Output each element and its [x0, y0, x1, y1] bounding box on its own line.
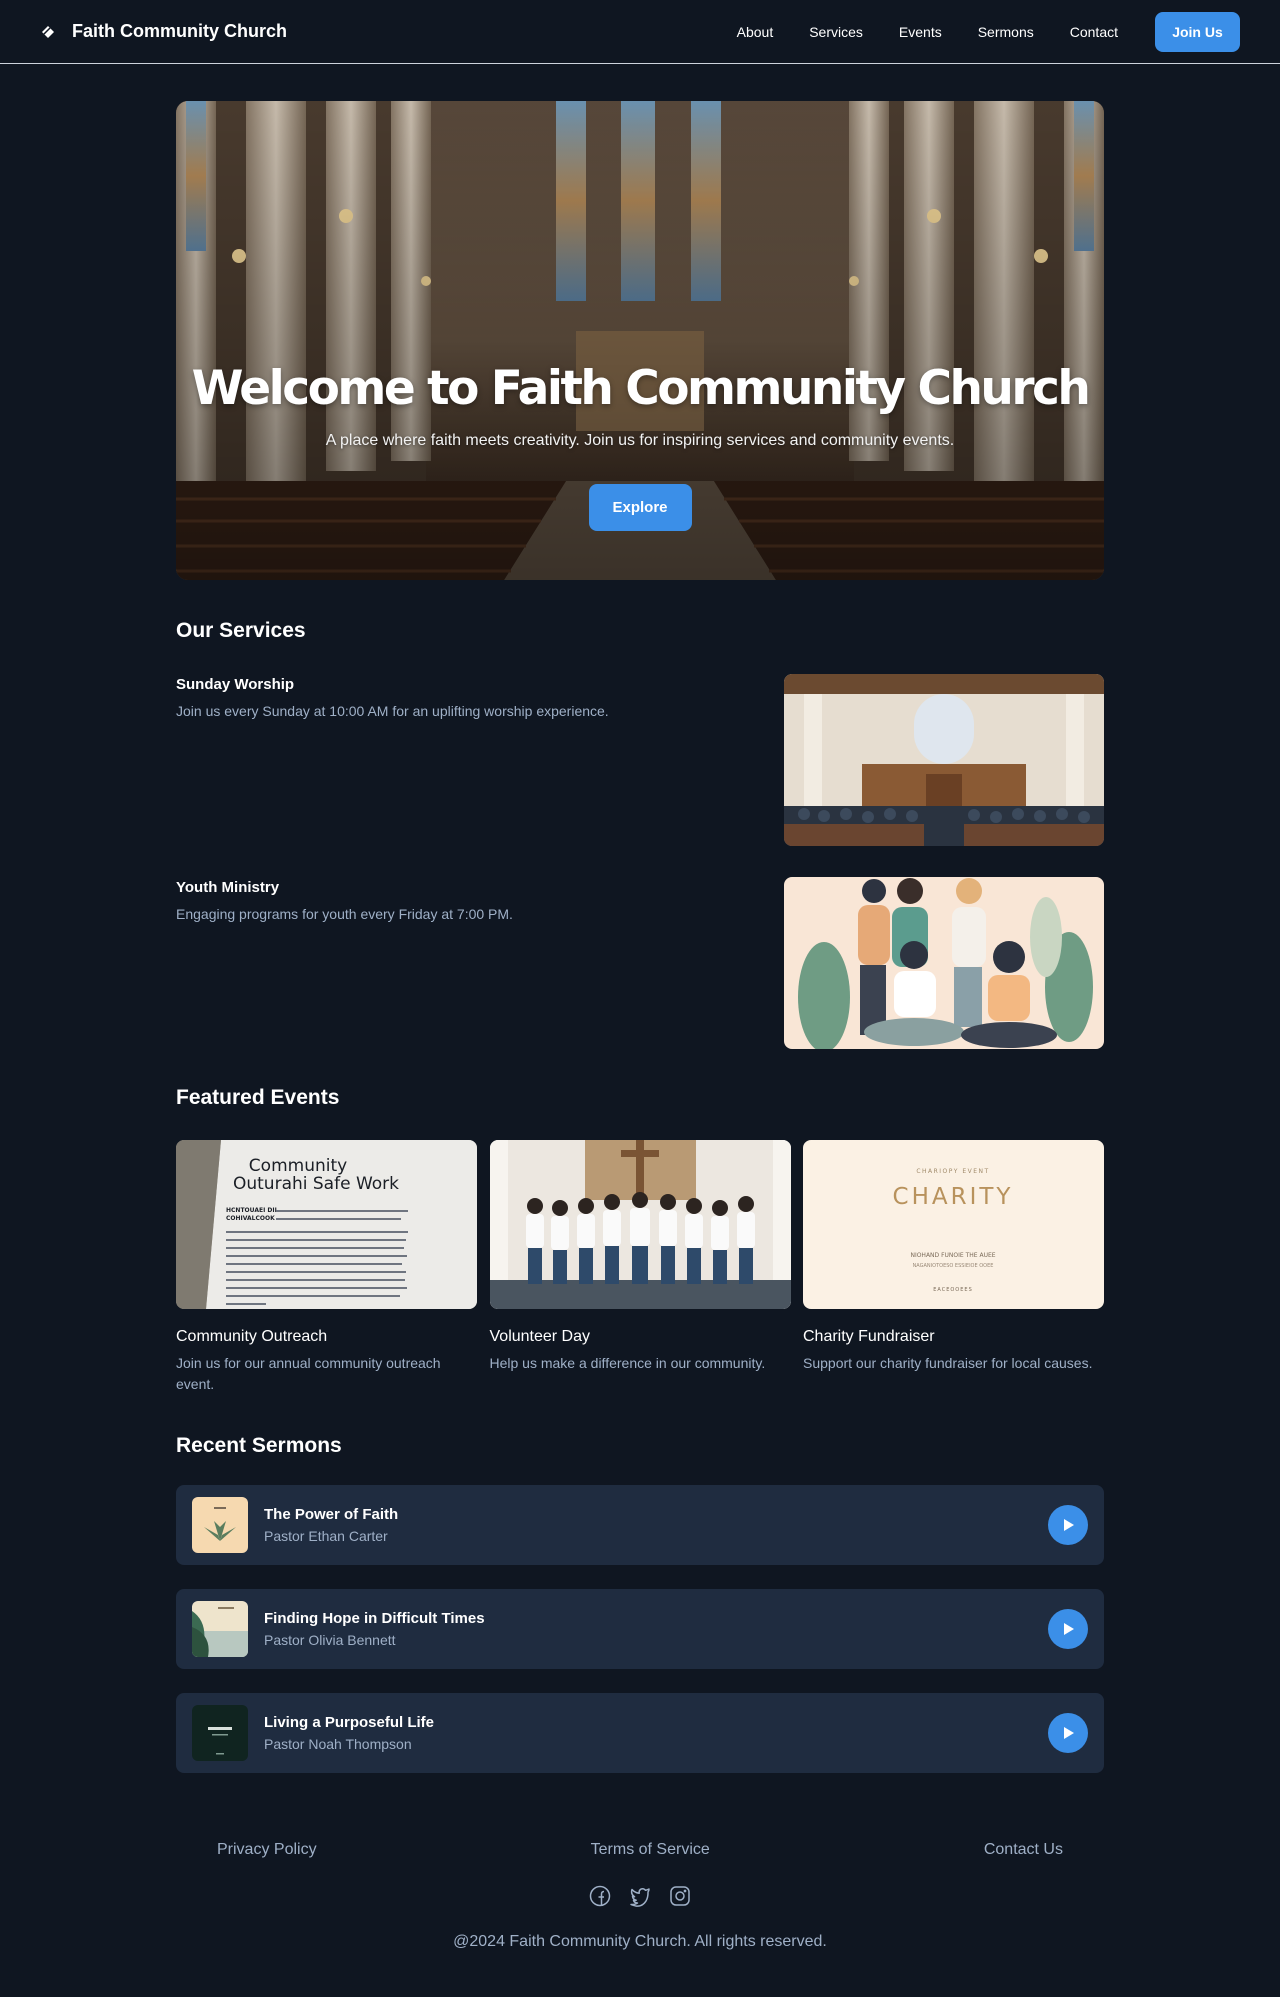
sermon-item[interactable]: Living a Purposeful Life Pastor Noah Tho… — [176, 1693, 1104, 1773]
copyright-text: @2024 Faith Community Church. All rights… — [453, 1933, 827, 1950]
service-item: Sunday Worship Join us every Sunday at 1… — [176, 674, 1104, 846]
instagram-icon[interactable] — [669, 1885, 691, 1907]
sermon-author: Pastor Olivia Bennett — [264, 1632, 396, 1648]
events-heading: Featured Events — [176, 1086, 340, 1109]
brand-name: Faith Community Church — [72, 21, 287, 41]
community-outreach-image: Community Outurahi Safe Work HCNTOUAEI D… — [176, 1140, 477, 1309]
svg-text:Community: Community — [249, 1156, 347, 1176]
twitter-icon[interactable] — [629, 1885, 651, 1907]
service-name: Sunday Worship — [176, 676, 295, 693]
play-icon — [1064, 1519, 1074, 1531]
logo-icon — [40, 24, 56, 40]
svg-text:CHARIOPY EVENT: CHARIOPY EVENT — [916, 1168, 989, 1175]
volunteer-day-image — [489, 1140, 791, 1309]
sermon-title: Finding Hope in Difficult Times — [264, 1610, 485, 1627]
play-icon — [1064, 1623, 1074, 1635]
sermon-item[interactable]: The Power of Faith Pastor Ethan Carter — [176, 1485, 1104, 1565]
svg-text:NIOHAND FUNOIE THE AUEE: NIOHAND FUNOIE THE AUEE — [910, 1252, 995, 1259]
sermon-thumbnail — [192, 1705, 248, 1761]
explore-button[interactable]: Explore — [588, 484, 692, 531]
sermon-author: Pastor Noah Thompson — [264, 1736, 412, 1752]
sermon-title: The Power of Faith — [264, 1506, 399, 1523]
sermon-item[interactable]: Finding Hope in Difficult Times Pastor O… — [176, 1589, 1104, 1669]
play-button[interactable] — [1048, 1713, 1088, 1753]
sermon-info: Finding Hope in Difficult Times Pastor O… — [264, 1610, 1048, 1648]
service-text: Youth Ministry Engaging programs for you… — [176, 877, 513, 1049]
sermon-title: Living a Purposeful Life — [264, 1714, 435, 1731]
hero-banner: Welcome to Faith Community Church A plac… — [176, 101, 1104, 580]
event-card[interactable]: Community Outurahi Safe Work HCNTOUAEI D… — [176, 1140, 477, 1395]
main-nav: About Services Events Sermons Contact Jo… — [701, 11, 1240, 52]
main-content: Welcome to Faith Community Church A plac… — [176, 101, 1104, 1951]
service-text: Sunday Worship Join us every Sunday at 1… — [176, 674, 609, 846]
hero-title: Welcome to Faith Community Church — [191, 361, 1091, 416]
service-description: Engaging programs for youth every Friday… — [176, 906, 513, 922]
sermons-heading: Recent Sermons — [176, 1434, 342, 1457]
event-card[interactable]: Volunteer Day Help us make a difference … — [489, 1140, 791, 1395]
services-heading: Our Services — [176, 619, 306, 642]
privacy-policy-link[interactable]: Privacy Policy — [217, 1841, 317, 1859]
sermon-info: The Power of Faith Pastor Ethan Carter — [264, 1506, 1048, 1544]
facebook-icon[interactable] — [589, 1885, 611, 1907]
service-name: Youth Ministry — [176, 879, 280, 896]
svg-text:NAGANIOTOESO ESSIEIOE OOEE: NAGANIOTOESO ESSIEIOE OOEE — [913, 1263, 994, 1269]
nav-about[interactable]: About — [737, 24, 774, 40]
nav-sermons[interactable]: Sermons — [978, 24, 1034, 40]
footer: Privacy Policy Terms of Service Contact … — [176, 1841, 1104, 1951]
nav-events[interactable]: Events — [899, 24, 942, 40]
svg-text:EACEOOEES: EACEOOEES — [933, 1287, 973, 1293]
svg-text:HCNTOUAEI DIL: HCNTOUAEI DIL — [226, 1207, 279, 1214]
event-name: Charity Fundraiser — [803, 1328, 935, 1345]
event-name: Volunteer Day — [489, 1328, 591, 1345]
event-description: Support our charity fundraiser for local… — [803, 1355, 1093, 1371]
charity-fundraiser-image: CHARIOPY EVENT CHARITY NIOHAND FUNOIE TH… — [803, 1140, 1104, 1309]
social-links — [176, 1885, 1104, 1907]
contact-us-link[interactable]: Contact Us — [984, 1841, 1063, 1859]
footer-links: Privacy Policy Terms of Service Contact … — [176, 1841, 1104, 1859]
event-description: Help us make a difference in our communi… — [489, 1355, 766, 1371]
sermon-thumbnail — [192, 1497, 248, 1553]
play-icon — [1064, 1727, 1074, 1739]
hero-content: Welcome to Faith Community Church A plac… — [176, 101, 1104, 580]
top-navigation: Faith Community Church About Services Ev… — [0, 0, 1280, 64]
sermon-info: Living a Purposeful Life Pastor Noah Tho… — [264, 1714, 1048, 1752]
sermon-author: Pastor Ethan Carter — [264, 1528, 388, 1544]
nav-services[interactable]: Services — [809, 24, 863, 40]
sermon-thumbnail — [192, 1601, 248, 1657]
events-grid: Community Outurahi Safe Work HCNTOUAEI D… — [176, 1140, 1104, 1395]
terms-of-service-link[interactable]: Terms of Service — [591, 1841, 710, 1859]
sunday-worship-image — [784, 674, 1104, 846]
youth-ministry-image — [784, 877, 1104, 1049]
event-name: Community Outreach — [176, 1328, 328, 1345]
event-description: Join us for our annual community outreac… — [176, 1355, 441, 1392]
hero-subtitle: A place where faith meets creativity. Jo… — [325, 432, 955, 449]
svg-text:Outurahi Safe Work: Outurahi Safe Work — [233, 1174, 399, 1194]
nav-contact[interactable]: Contact — [1070, 24, 1118, 40]
brand[interactable]: Faith Community Church — [40, 21, 287, 42]
play-button[interactable] — [1048, 1609, 1088, 1649]
service-item: Youth Ministry Engaging programs for you… — [176, 877, 1104, 1049]
svg-text:COHIVALCOOK: COHIVALCOOK — [226, 1215, 275, 1222]
play-button[interactable] — [1048, 1505, 1088, 1545]
svg-text:CHARITY: CHARITY — [893, 1184, 1014, 1210]
event-card[interactable]: CHARIOPY EVENT CHARITY NIOHAND FUNOIE TH… — [803, 1140, 1104, 1395]
service-description: Join us every Sunday at 10:00 AM for an … — [176, 703, 609, 719]
join-us-button[interactable]: Join Us — [1155, 11, 1240, 52]
